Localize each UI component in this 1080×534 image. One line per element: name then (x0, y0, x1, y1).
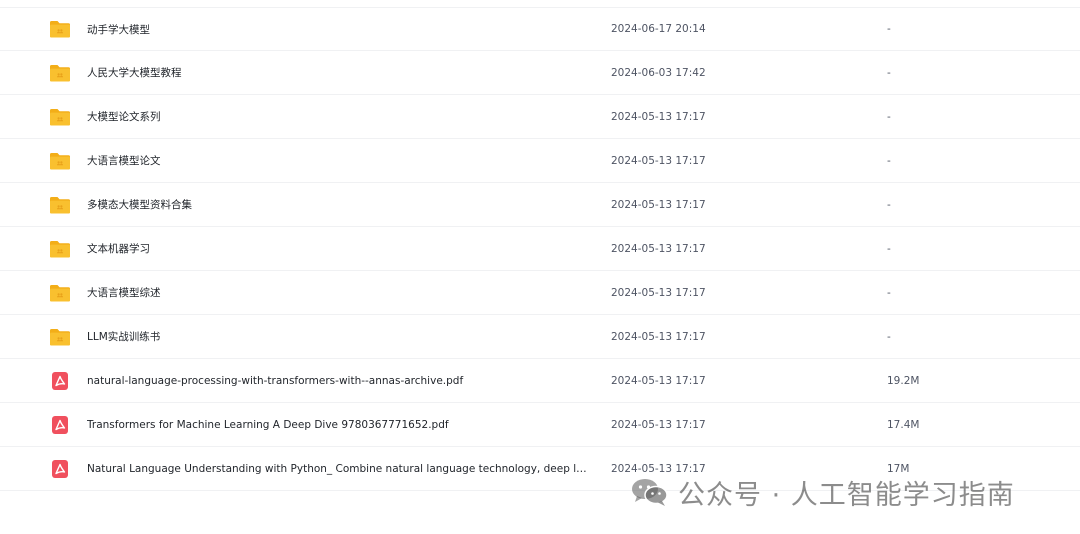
file-name[interactable]: 动手学大模型 (87, 22, 592, 37)
file-modified-date: 2024-06-17 20:14 (611, 23, 706, 35)
wechat-icon (630, 477, 670, 507)
folder-icon (49, 63, 71, 83)
file-row[interactable]: natural-language-processing-with-transfo… (0, 359, 1080, 403)
file-row[interactable]: 大语言模型综述 2024-05-13 17:17 - (0, 271, 1080, 315)
file-name[interactable]: natural-language-processing-with-transfo… (87, 375, 592, 387)
file-modified-date: 2024-05-13 17:17 (611, 198, 706, 211)
folder-icon (49, 239, 71, 259)
file-modified-date: 2024-05-13 17:17 (611, 286, 706, 299)
file-name[interactable]: 大语言模型综述 (87, 285, 592, 300)
file-row[interactable]: 大模型论文系列 2024-05-13 17:17 - (0, 95, 1080, 139)
file-modified-date: 2024-05-13 17:17 (611, 330, 706, 343)
pdf-icon (49, 371, 71, 391)
file-modified-date: 2024-06-03 17:42 (611, 66, 706, 79)
file-size: 17.4M (887, 418, 920, 431)
folder-icon (49, 19, 71, 39)
file-row[interactable]: 动手学大模型 2024-06-17 20:14 - (0, 7, 1080, 51)
file-name[interactable]: Natural Language Understanding with Pyth… (87, 463, 592, 475)
file-size: - (887, 66, 891, 79)
file-size: - (887, 110, 891, 123)
file-row[interactable]: LLM实战训练书 2024-05-13 17:17 - (0, 315, 1080, 359)
file-size: - (887, 198, 891, 211)
file-name[interactable]: 文本机器学习 (87, 241, 592, 256)
file-name[interactable]: Transformers for Machine Learning A Deep… (87, 419, 592, 431)
file-modified-date: 2024-05-13 17:17 (611, 154, 706, 167)
pdf-icon (49, 459, 71, 479)
folder-icon (49, 107, 71, 127)
file-modified-date: 2024-05-13 17:17 (611, 242, 706, 255)
file-list: 动手学大模型 2024-06-17 20:14 - 人民大学大模型教程 2024… (0, 7, 1080, 491)
file-modified-date: 2024-05-13 17:17 (611, 110, 706, 123)
watermark-text: 公众号 · 人工智能学习指南 (678, 479, 1015, 511)
file-modified-date: 2024-05-13 17:17 (611, 374, 706, 387)
file-row[interactable]: 文本机器学习 2024-05-13 17:17 - (0, 227, 1080, 271)
folder-icon (49, 327, 71, 347)
file-name[interactable]: 大语言模型论文 (87, 153, 592, 168)
pdf-icon (49, 415, 71, 435)
file-size: - (887, 330, 891, 343)
file-size: - (887, 242, 891, 255)
file-name[interactable]: 大模型论文系列 (87, 109, 592, 124)
file-name[interactable]: 多模态大模型资料合集 (87, 197, 592, 212)
file-size: - (887, 154, 891, 167)
file-size: - (887, 23, 891, 35)
folder-icon (49, 283, 71, 303)
file-size: - (887, 286, 891, 299)
watermark: 公众号 · 人工智能学习指南 (630, 474, 1015, 511)
file-name[interactable]: 人民大学大模型教程 (87, 65, 592, 80)
file-row[interactable]: 多模态大模型资料合集 2024-05-13 17:17 - (0, 183, 1080, 227)
file-row[interactable]: Transformers for Machine Learning A Deep… (0, 403, 1080, 447)
file-size: 19.2M (887, 374, 920, 387)
folder-icon (49, 195, 71, 215)
file-modified-date: 2024-05-13 17:17 (611, 418, 706, 431)
file-name[interactable]: LLM实战训练书 (87, 329, 592, 344)
file-row[interactable]: 大语言模型论文 2024-05-13 17:17 - (0, 139, 1080, 183)
file-row[interactable]: 人民大学大模型教程 2024-06-03 17:42 - (0, 51, 1080, 95)
folder-icon (49, 151, 71, 171)
